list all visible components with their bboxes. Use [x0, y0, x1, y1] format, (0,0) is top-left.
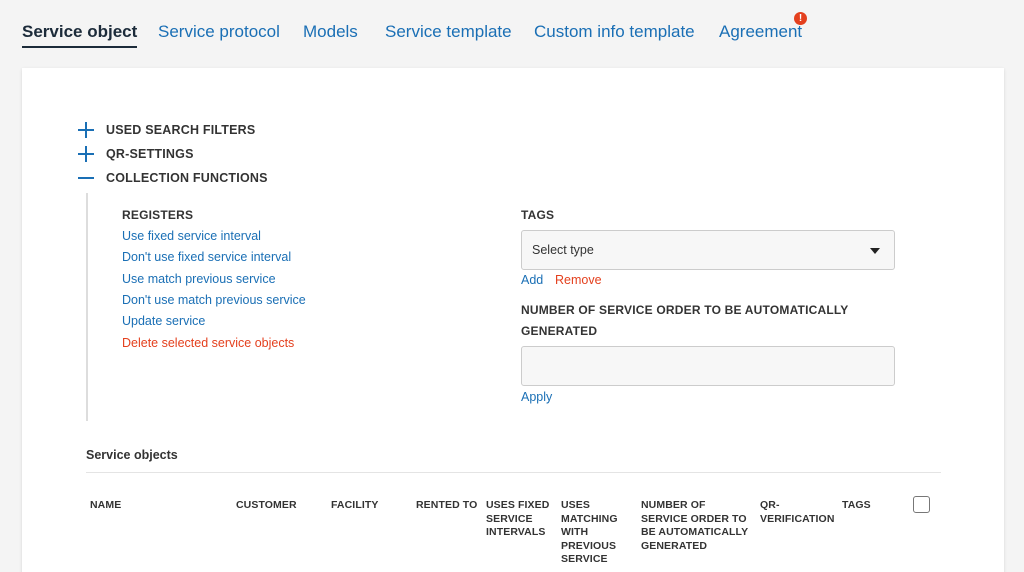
column-header-facility[interactable]: FACILITY: [331, 499, 406, 513]
column-header-qr-verification[interactable]: QR-VERIFICATION: [760, 499, 834, 526]
dont-use-fixed-service-interval-link[interactable]: Don't use fixed service interval: [122, 250, 291, 264]
auto-generate-title-line1: NUMBER OF SERVICE ORDER TO BE AUTOMATICA…: [521, 303, 849, 317]
expand-plus-icon[interactable]: [78, 122, 94, 138]
apply-button[interactable]: Apply: [521, 390, 552, 404]
update-service-link[interactable]: Update service: [122, 314, 205, 328]
tab-service-protocol[interactable]: Service protocol: [158, 22, 280, 42]
dropdown-caret-icon: [870, 248, 880, 254]
tab-models[interactable]: Models: [303, 22, 358, 42]
column-header-tags[interactable]: TAGS: [842, 499, 892, 513]
use-fixed-service-interval-link[interactable]: Use fixed service interval: [122, 229, 261, 243]
column-header-number-auto-generated[interactable]: NUMBER OF SERVICE ORDER TO BE AUTOMATICA…: [641, 499, 753, 553]
registers-title: REGISTERS: [122, 208, 194, 222]
collapse-minus-icon[interactable]: [78, 170, 94, 186]
divider: [86, 472, 941, 473]
section-qr-settings[interactable]: QR-SETTINGS: [106, 147, 194, 161]
tags-title: TAGS: [521, 208, 555, 222]
expand-plus-icon[interactable]: [78, 146, 94, 162]
tab-agreement[interactable]: Agreement: [719, 22, 802, 42]
tag-type-select[interactable]: Select type: [521, 230, 895, 270]
select-value: Select type: [532, 243, 594, 257]
section-indent-line: [86, 193, 88, 421]
column-header-customer[interactable]: CUSTOMER: [236, 499, 326, 513]
remove-tag-link[interactable]: Remove: [555, 273, 602, 287]
tab-custom-info-template[interactable]: Custom info template: [534, 22, 695, 42]
tab-service-object[interactable]: Service object: [22, 22, 138, 48]
select-all-checkbox[interactable]: [913, 496, 930, 513]
dont-use-match-previous-service-link[interactable]: Don't use match previous service: [122, 293, 306, 307]
auto-generate-title-line2: GENERATED: [521, 324, 598, 338]
delete-selected-service-objects-link[interactable]: Delete selected service objects: [122, 336, 294, 350]
section-used-search-filters[interactable]: USED SEARCH FILTERS: [106, 123, 255, 137]
column-header-rented-to[interactable]: RENTED TO: [416, 499, 478, 513]
use-match-previous-service-link[interactable]: Use match previous service: [122, 272, 276, 286]
tab-bar: Service object Service protocol Models S…: [22, 0, 1024, 60]
auto-generate-number-input[interactable]: [521, 346, 895, 386]
service-objects-title: Service objects: [86, 448, 178, 462]
column-header-name[interactable]: NAME: [90, 499, 220, 513]
column-header-uses-matching-previous-service[interactable]: USES MATCHING WITH PREVIOUS SERVICE: [561, 499, 625, 567]
column-header-uses-fixed-service-intervals[interactable]: USES FIXED SERVICE INTERVALS: [486, 499, 552, 540]
main-panel: USED SEARCH FILTERS QR-SETTINGS COLLECTI…: [22, 68, 1004, 572]
add-tag-link[interactable]: Add: [521, 273, 543, 287]
alert-badge-icon: !: [794, 12, 807, 25]
section-collection-functions[interactable]: COLLECTION FUNCTIONS: [106, 171, 268, 185]
tab-service-template[interactable]: Service template: [385, 22, 512, 42]
